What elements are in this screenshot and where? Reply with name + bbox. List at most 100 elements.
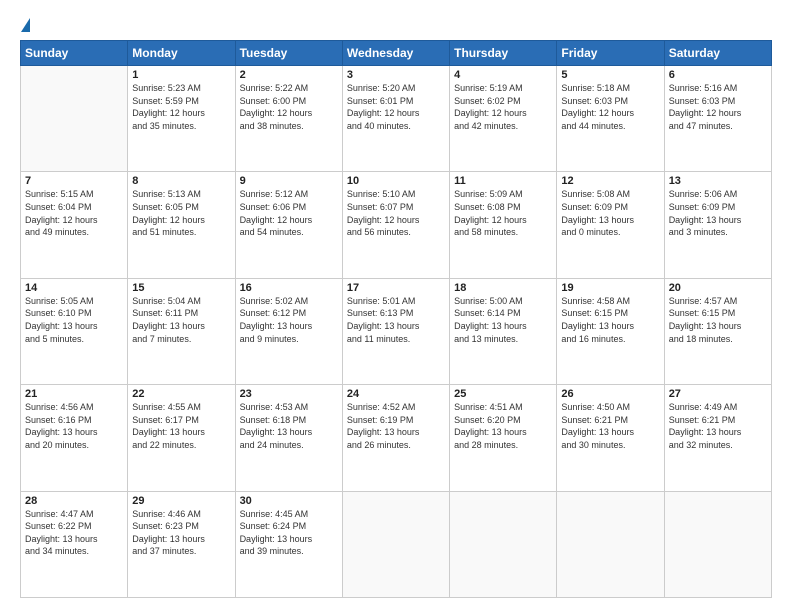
logo xyxy=(20,18,30,32)
day-number: 19 xyxy=(561,282,659,294)
calendar-header-friday: Friday xyxy=(557,41,664,66)
day-number: 2 xyxy=(240,69,338,81)
page: SundayMondayTuesdayWednesdayThursdayFrid… xyxy=(0,0,792,612)
day-info: Sunrise: 4:53 AMSunset: 6:18 PMDaylight:… xyxy=(240,401,338,451)
day-info: Sunrise: 5:22 AMSunset: 6:00 PMDaylight:… xyxy=(240,82,338,132)
day-info: Sunrise: 5:18 AMSunset: 6:03 PMDaylight:… xyxy=(561,82,659,132)
calendar-header-saturday: Saturday xyxy=(664,41,771,66)
day-number: 26 xyxy=(561,388,659,400)
day-number: 13 xyxy=(669,175,767,187)
calendar-cell: 3Sunrise: 5:20 AMSunset: 6:01 PMDaylight… xyxy=(342,66,449,172)
day-info: Sunrise: 4:50 AMSunset: 6:21 PMDaylight:… xyxy=(561,401,659,451)
day-number: 28 xyxy=(25,495,123,507)
day-number: 25 xyxy=(454,388,552,400)
day-info: Sunrise: 5:06 AMSunset: 6:09 PMDaylight:… xyxy=(669,188,767,238)
calendar-cell: 5Sunrise: 5:18 AMSunset: 6:03 PMDaylight… xyxy=(557,66,664,172)
calendar-cell: 15Sunrise: 5:04 AMSunset: 6:11 PMDayligh… xyxy=(128,278,235,384)
day-number: 24 xyxy=(347,388,445,400)
calendar-cell: 17Sunrise: 5:01 AMSunset: 6:13 PMDayligh… xyxy=(342,278,449,384)
day-number: 27 xyxy=(669,388,767,400)
calendar-cell: 9Sunrise: 5:12 AMSunset: 6:06 PMDaylight… xyxy=(235,172,342,278)
day-info: Sunrise: 4:57 AMSunset: 6:15 PMDaylight:… xyxy=(669,295,767,345)
day-number: 15 xyxy=(132,282,230,294)
day-info: Sunrise: 5:09 AMSunset: 6:08 PMDaylight:… xyxy=(454,188,552,238)
day-info: Sunrise: 5:05 AMSunset: 6:10 PMDaylight:… xyxy=(25,295,123,345)
day-info: Sunrise: 4:52 AMSunset: 6:19 PMDaylight:… xyxy=(347,401,445,451)
day-number: 30 xyxy=(240,495,338,507)
day-number: 23 xyxy=(240,388,338,400)
calendar-header-row: SundayMondayTuesdayWednesdayThursdayFrid… xyxy=(21,41,772,66)
day-info: Sunrise: 5:08 AMSunset: 6:09 PMDaylight:… xyxy=(561,188,659,238)
calendar-cell: 28Sunrise: 4:47 AMSunset: 6:22 PMDayligh… xyxy=(21,491,128,597)
day-number: 29 xyxy=(132,495,230,507)
calendar-cell: 4Sunrise: 5:19 AMSunset: 6:02 PMDaylight… xyxy=(450,66,557,172)
day-info: Sunrise: 4:45 AMSunset: 6:24 PMDaylight:… xyxy=(240,508,338,558)
calendar-row-4: 21Sunrise: 4:56 AMSunset: 6:16 PMDayligh… xyxy=(21,385,772,491)
calendar-cell: 13Sunrise: 5:06 AMSunset: 6:09 PMDayligh… xyxy=(664,172,771,278)
day-number: 8 xyxy=(132,175,230,187)
day-info: Sunrise: 5:23 AMSunset: 5:59 PMDaylight:… xyxy=(132,82,230,132)
calendar-cell: 27Sunrise: 4:49 AMSunset: 6:21 PMDayligh… xyxy=(664,385,771,491)
day-info: Sunrise: 4:58 AMSunset: 6:15 PMDaylight:… xyxy=(561,295,659,345)
calendar-cell: 14Sunrise: 5:05 AMSunset: 6:10 PMDayligh… xyxy=(21,278,128,384)
calendar-row-5: 28Sunrise: 4:47 AMSunset: 6:22 PMDayligh… xyxy=(21,491,772,597)
day-info: Sunrise: 4:49 AMSunset: 6:21 PMDaylight:… xyxy=(669,401,767,451)
calendar-header-monday: Monday xyxy=(128,41,235,66)
day-number: 11 xyxy=(454,175,552,187)
day-info: Sunrise: 5:20 AMSunset: 6:01 PMDaylight:… xyxy=(347,82,445,132)
calendar-cell: 19Sunrise: 4:58 AMSunset: 6:15 PMDayligh… xyxy=(557,278,664,384)
calendar-cell: 11Sunrise: 5:09 AMSunset: 6:08 PMDayligh… xyxy=(450,172,557,278)
calendar-cell: 20Sunrise: 4:57 AMSunset: 6:15 PMDayligh… xyxy=(664,278,771,384)
day-info: Sunrise: 4:55 AMSunset: 6:17 PMDaylight:… xyxy=(132,401,230,451)
calendar-header-tuesday: Tuesday xyxy=(235,41,342,66)
calendar-header-sunday: Sunday xyxy=(21,41,128,66)
day-info: Sunrise: 4:46 AMSunset: 6:23 PMDaylight:… xyxy=(132,508,230,558)
calendar-cell xyxy=(450,491,557,597)
calendar-cell: 12Sunrise: 5:08 AMSunset: 6:09 PMDayligh… xyxy=(557,172,664,278)
header xyxy=(20,18,772,32)
day-info: Sunrise: 5:00 AMSunset: 6:14 PMDaylight:… xyxy=(454,295,552,345)
day-number: 16 xyxy=(240,282,338,294)
day-number: 22 xyxy=(132,388,230,400)
calendar-cell xyxy=(342,491,449,597)
day-number: 7 xyxy=(25,175,123,187)
day-info: Sunrise: 5:01 AMSunset: 6:13 PMDaylight:… xyxy=(347,295,445,345)
calendar-cell: 22Sunrise: 4:55 AMSunset: 6:17 PMDayligh… xyxy=(128,385,235,491)
day-info: Sunrise: 5:19 AMSunset: 6:02 PMDaylight:… xyxy=(454,82,552,132)
calendar-row-1: 1Sunrise: 5:23 AMSunset: 5:59 PMDaylight… xyxy=(21,66,772,172)
day-number: 17 xyxy=(347,282,445,294)
day-number: 20 xyxy=(669,282,767,294)
day-number: 12 xyxy=(561,175,659,187)
calendar-cell: 10Sunrise: 5:10 AMSunset: 6:07 PMDayligh… xyxy=(342,172,449,278)
day-info: Sunrise: 4:56 AMSunset: 6:16 PMDaylight:… xyxy=(25,401,123,451)
calendar-header-wednesday: Wednesday xyxy=(342,41,449,66)
day-number: 6 xyxy=(669,69,767,81)
day-number: 21 xyxy=(25,388,123,400)
day-number: 4 xyxy=(454,69,552,81)
calendar-cell: 18Sunrise: 5:00 AMSunset: 6:14 PMDayligh… xyxy=(450,278,557,384)
calendar-header-thursday: Thursday xyxy=(450,41,557,66)
calendar-cell: 29Sunrise: 4:46 AMSunset: 6:23 PMDayligh… xyxy=(128,491,235,597)
day-number: 1 xyxy=(132,69,230,81)
calendar-cell: 24Sunrise: 4:52 AMSunset: 6:19 PMDayligh… xyxy=(342,385,449,491)
day-info: Sunrise: 5:10 AMSunset: 6:07 PMDaylight:… xyxy=(347,188,445,238)
calendar-cell: 1Sunrise: 5:23 AMSunset: 5:59 PMDaylight… xyxy=(128,66,235,172)
logo-triangle-icon xyxy=(21,18,30,32)
calendar-row-3: 14Sunrise: 5:05 AMSunset: 6:10 PMDayligh… xyxy=(21,278,772,384)
day-number: 9 xyxy=(240,175,338,187)
calendar-cell: 30Sunrise: 4:45 AMSunset: 6:24 PMDayligh… xyxy=(235,491,342,597)
calendar-cell: 7Sunrise: 5:15 AMSunset: 6:04 PMDaylight… xyxy=(21,172,128,278)
calendar-cell xyxy=(664,491,771,597)
day-info: Sunrise: 5:02 AMSunset: 6:12 PMDaylight:… xyxy=(240,295,338,345)
day-number: 18 xyxy=(454,282,552,294)
day-number: 5 xyxy=(561,69,659,81)
calendar-cell xyxy=(557,491,664,597)
calendar-cell: 26Sunrise: 4:50 AMSunset: 6:21 PMDayligh… xyxy=(557,385,664,491)
day-info: Sunrise: 5:16 AMSunset: 6:03 PMDaylight:… xyxy=(669,82,767,132)
calendar-table: SundayMondayTuesdayWednesdayThursdayFrid… xyxy=(20,40,772,598)
day-number: 3 xyxy=(347,69,445,81)
day-info: Sunrise: 4:47 AMSunset: 6:22 PMDaylight:… xyxy=(25,508,123,558)
calendar-cell: 25Sunrise: 4:51 AMSunset: 6:20 PMDayligh… xyxy=(450,385,557,491)
calendar-cell: 8Sunrise: 5:13 AMSunset: 6:05 PMDaylight… xyxy=(128,172,235,278)
calendar-cell xyxy=(21,66,128,172)
